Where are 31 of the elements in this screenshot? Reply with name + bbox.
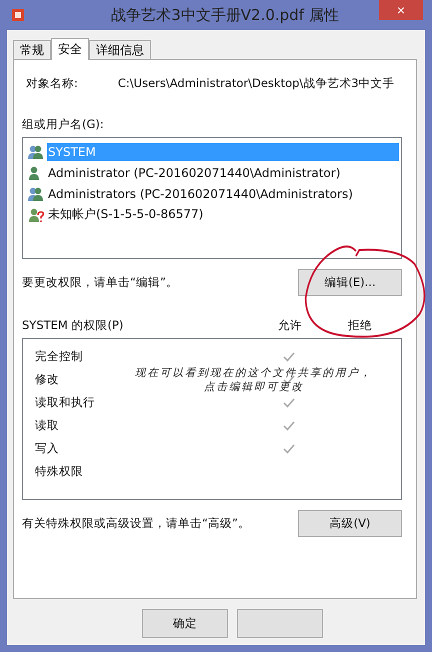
close-button[interactable]: × (379, 0, 423, 20)
permission-name: 读取 (35, 418, 59, 433)
pdf-file-icon (11, 8, 25, 22)
permission-name: 特殊权限 (35, 464, 83, 479)
permissions-label: SYSTEM 的权限(P) (22, 318, 124, 333)
permission-name: 修改 (35, 372, 59, 387)
edit-button[interactable]: 编辑(E)... (298, 269, 402, 296)
tab[interactable]: 安全 (51, 38, 89, 60)
user-list-item[interactable]: Administrators (PC-201602071440\Administrators) (47, 184, 354, 202)
permission-name: 写入 (35, 441, 59, 456)
tab[interactable]: 常规 (13, 40, 51, 59)
dialog-button[interactable] (237, 609, 323, 638)
object-name-value: C:\Users\Administrator\Desktop\战争艺术3中文手 (118, 76, 395, 91)
user-list-item[interactable]: Administrator (PC-201602071440\Administrator) (47, 164, 342, 182)
window-title: 战争艺术3中文手册V2.0.pdf 属性 (111, 6, 339, 24)
permission-name: 读取和执行 (35, 395, 95, 410)
edit-hint: 要更改权限，请单击“编辑”。 (22, 275, 178, 290)
users-icon (27, 186, 44, 202)
ok-button[interactable]: 确定 (142, 609, 228, 638)
allow-header: 允许 (278, 318, 302, 333)
deny-header: 拒绝 (348, 318, 372, 333)
advanced-button[interactable]: 高级(V) (298, 510, 402, 537)
groups-label: 组或用户名(G): (22, 117, 105, 132)
object-name-label: 对象名称: (26, 76, 78, 91)
user-list-item[interactable]: 未知帐户(S-1-5-5-0-86577) (47, 204, 204, 225)
tab[interactable]: 详细信息 (89, 40, 151, 59)
permission-name: 完全控制 (35, 349, 83, 364)
annotation-note: 现在可以看到现在的这个文件共享的用户， 点击编辑即可更改 (135, 366, 372, 394)
advanced-hint: 有关特殊权限或高级设置，请单击“高级”。 (22, 516, 250, 531)
unknown-user-icon (27, 206, 44, 222)
users-icon (27, 144, 44, 160)
